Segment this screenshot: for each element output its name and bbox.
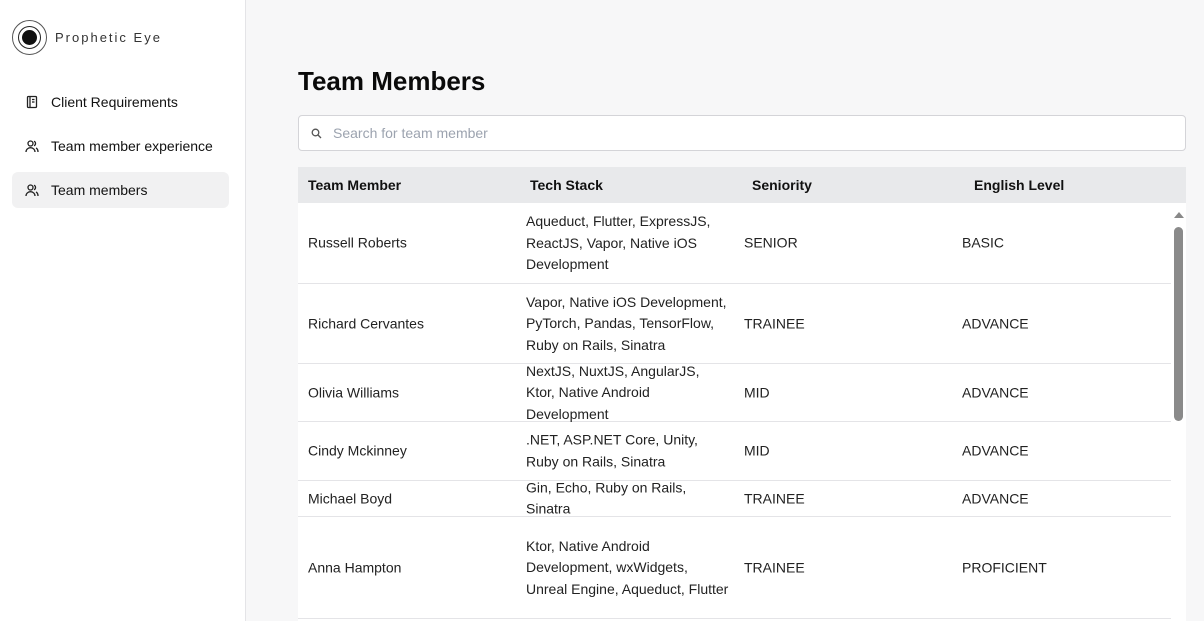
search-input[interactable] (333, 125, 1173, 141)
sidebar-item-label: Client Requirements (51, 94, 178, 110)
cell-tech-stack: NextJS, NuxtJS, AngularJS, Ktor, Native … (526, 362, 700, 422)
cell-english-level: PROFICIENT (962, 558, 1047, 575)
table-body[interactable]: Russell Roberts Aqueduct, Flutter, Expre… (298, 203, 1186, 621)
sidebar-item-label: Team members (51, 182, 148, 198)
cell-english-level: ADVANCE (962, 489, 1029, 506)
main-content: Team Members Team Member Tech Stack Seni… (246, 0, 1204, 621)
cell-tech-stack: Gin, Echo, Ruby on Rails, Sinatra (526, 479, 687, 517)
cell-tech-stack: Vapor, Native iOS Development, PyTorch, … (526, 293, 727, 353)
sidebar-item-client-requirements[interactable]: Client Requirements (12, 84, 229, 120)
cell-seniority: TRAINEE (744, 558, 805, 575)
column-header-seniority[interactable]: Seniority (752, 177, 812, 193)
sidebar-item-label: Team member experience (51, 138, 213, 154)
cell-seniority: MID (744, 383, 770, 400)
table-row[interactable]: Cindy Mckinney .NET, ASP.NET Core, Unity… (298, 422, 1171, 481)
scrollbar-thumb[interactable] (1174, 227, 1183, 421)
cell-seniority: TRAINEE (744, 314, 805, 331)
cell-team-member: Russell Roberts (308, 234, 407, 251)
column-header-tech-stack[interactable]: Tech Stack (530, 177, 603, 193)
eye-logo-icon (12, 20, 47, 55)
vertical-scrollbar[interactable] (1171, 203, 1186, 621)
sidebar-item-team-members[interactable]: Team members (12, 172, 229, 208)
cell-seniority: MID (744, 442, 770, 459)
sidebar-nav: Client Requirements Team member experien… (12, 84, 229, 216)
table-row[interactable]: Olivia Williams NextJS, NuxtJS, AngularJ… (298, 362, 1171, 422)
cell-tech-stack: Aqueduct, Flutter, ExpressJS, ReactJS, V… (526, 212, 711, 272)
column-header-english-level[interactable]: English Level (974, 177, 1064, 193)
users-icon (25, 140, 39, 153)
cell-english-level: ADVANCE (962, 442, 1029, 459)
cell-seniority: SENIOR (744, 234, 798, 251)
search-icon (311, 128, 322, 138)
table-header: Team Member Tech Stack Seniority English… (298, 167, 1186, 203)
search-box[interactable] (298, 115, 1186, 151)
column-header-team-member[interactable]: Team Member (308, 177, 401, 193)
sidebar: Prophetic Eye Client Requirements Team m… (0, 0, 246, 621)
notebook-icon (26, 95, 38, 109)
table-row[interactable]: Michael Boyd Gin, Echo, Ruby on Rails, S… (298, 479, 1171, 517)
page-title: Team Members (298, 66, 486, 96)
cell-team-member: Cindy Mckinney (308, 442, 407, 459)
cell-team-member: Michael Boyd (308, 489, 393, 506)
table-row[interactable]: Russell Roberts Aqueduct, Flutter, Expre… (298, 203, 1171, 284)
cell-english-level: ADVANCE (962, 314, 1029, 331)
cell-team-member: Anna Hampton (308, 558, 402, 575)
table-row[interactable]: Richard Cervantes Vapor, Native iOS Deve… (298, 284, 1171, 364)
cell-tech-stack: .NET, ASP.NET Core, Unity, Ruby on Rails… (526, 431, 698, 470)
cell-tech-stack: Ktor, Native Android Development, wxWidg… (526, 537, 729, 597)
cell-english-level: BASIC (962, 234, 1005, 251)
sidebar-item-team-member-experience[interactable]: Team member experience (12, 128, 229, 164)
cell-team-member: Richard Cervantes (308, 314, 424, 331)
cell-english-level: ADVANCE (962, 383, 1029, 400)
cell-seniority: TRAINEE (744, 489, 805, 506)
table-row[interactable]: Anna Hampton Ktor, Native Android Develo… (298, 517, 1171, 619)
scroll-up-arrow-icon[interactable] (1174, 212, 1184, 218)
users-icon (25, 184, 39, 197)
brand-logo[interactable]: Prophetic Eye (12, 20, 162, 55)
cell-team-member: Olivia Williams (308, 383, 399, 400)
brand-name: Prophetic Eye (55, 30, 162, 45)
